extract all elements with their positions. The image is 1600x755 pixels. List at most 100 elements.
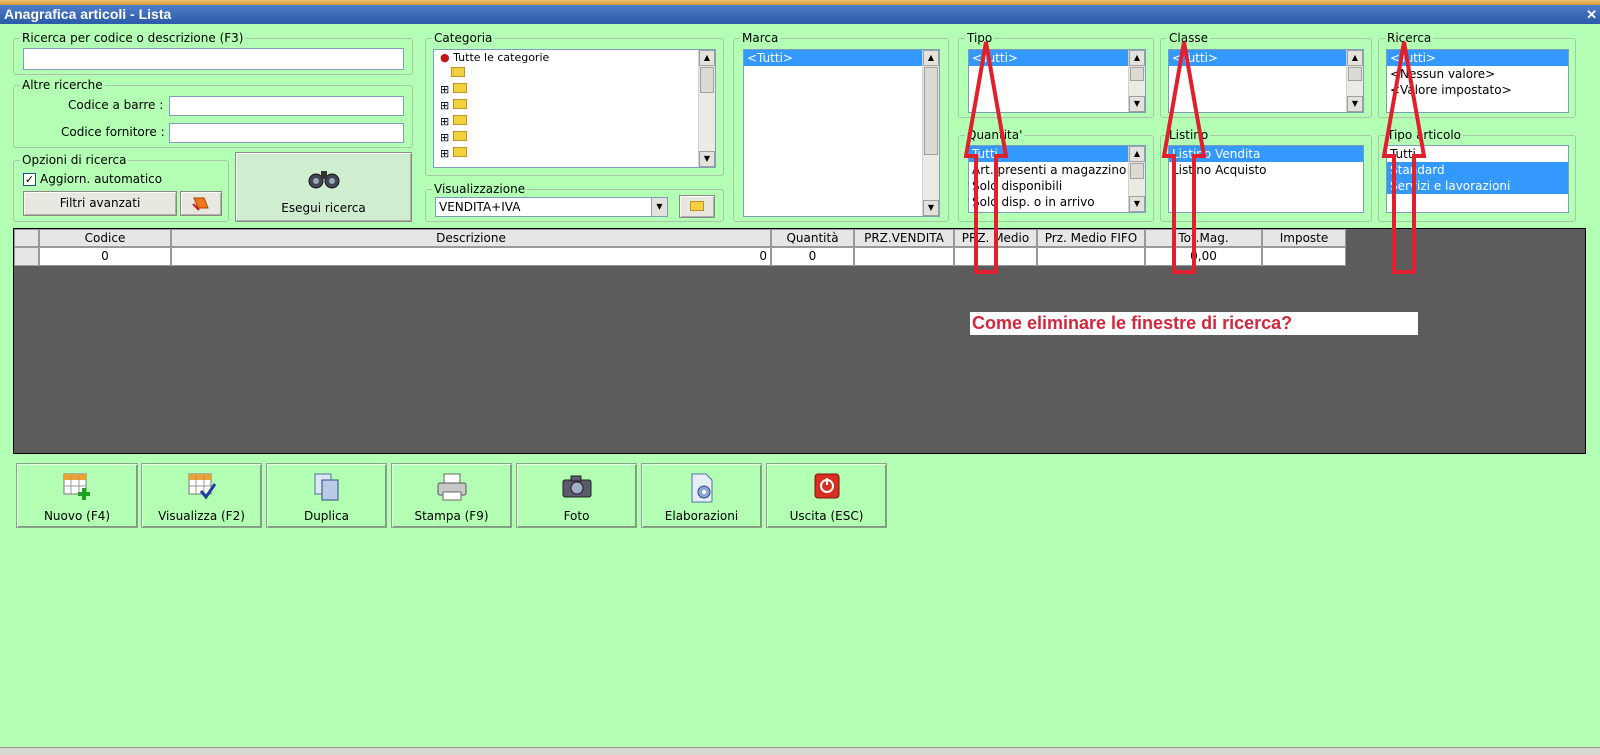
scroll-up-icon[interactable]: ▲ bbox=[699, 50, 715, 66]
scroll-up-icon[interactable]: ▲ bbox=[1347, 50, 1363, 66]
folder-icon bbox=[452, 99, 467, 109]
row-header-corner bbox=[14, 229, 39, 247]
tree-node[interactable]: ⊞ bbox=[434, 114, 715, 130]
advanced-filters-button[interactable]: Filtri avanzati bbox=[23, 191, 177, 216]
exit-icon bbox=[814, 473, 839, 499]
scroll-up-icon[interactable]: ▲ bbox=[1129, 50, 1145, 66]
duplicate-icon bbox=[314, 473, 338, 501]
folder-icon bbox=[452, 131, 467, 141]
window-title: Anagrafica articoli - Lista bbox=[4, 6, 172, 22]
tree-node[interactable]: ⊞ bbox=[434, 98, 715, 114]
barcode-field[interactable] bbox=[169, 96, 404, 116]
clear-filters-button[interactable] bbox=[180, 191, 222, 216]
scroll-down-icon[interactable]: ▼ bbox=[1129, 96, 1145, 112]
table-cell[interactable]: 0 bbox=[171, 247, 771, 266]
folder-icon bbox=[452, 115, 467, 125]
scroll-down-icon[interactable]: ▼ bbox=[1347, 96, 1363, 112]
scroll-down-icon[interactable]: ▼ bbox=[1129, 196, 1145, 212]
eraser-icon bbox=[192, 197, 209, 211]
close-icon[interactable]: ✕ bbox=[1586, 5, 1597, 24]
open-folder-button[interactable] bbox=[679, 195, 715, 218]
supplier-code-field[interactable] bbox=[169, 123, 404, 143]
search-legend: Ricerca per codice o descrizione (F3) bbox=[20, 31, 246, 45]
printer-icon bbox=[437, 473, 466, 501]
category-scrollbar[interactable]: ▲ ▼ bbox=[698, 50, 715, 167]
column-header[interactable]: Descrizione bbox=[171, 229, 771, 247]
category-tree[interactable]: ● Tutte le categorie ⊞ ⊞ ⊞ ⊞ ⊞ ▲ ▼ bbox=[433, 49, 716, 168]
table-cell[interactable]: 0 bbox=[771, 247, 854, 266]
camera-icon bbox=[562, 475, 591, 498]
scroll-thumb[interactable] bbox=[700, 67, 714, 93]
scroll-up-icon[interactable]: ▲ bbox=[923, 50, 939, 66]
category-group: Categoria ● Tutte le categorie ⊞ ⊞ ⊞ ⊞ ⊞… bbox=[425, 31, 724, 176]
row-selector[interactable] bbox=[14, 247, 39, 266]
window-titlebar: Anagrafica articoli - Lista ✕ bbox=[0, 5, 1600, 24]
other-search-legend: Altre ricerche bbox=[20, 78, 105, 92]
column-header[interactable]: Codice bbox=[39, 229, 171, 247]
scroll-down-icon[interactable]: ▼ bbox=[923, 200, 939, 216]
brand-list[interactable]: <Tutti> ▲ ▼ bbox=[743, 49, 940, 217]
column-header[interactable]: PRZ.VENDITA bbox=[854, 229, 954, 247]
brand-scrollbar[interactable]: ▲ ▼ bbox=[922, 50, 939, 216]
tree-node[interactable]: ⊞ bbox=[434, 146, 715, 162]
scroll-thumb[interactable] bbox=[924, 67, 938, 155]
scroll-down-icon[interactable]: ▼ bbox=[699, 151, 715, 167]
view-mode-value: VENDITA+IVA bbox=[439, 200, 521, 214]
folder-icon bbox=[450, 67, 465, 77]
print-button-label: Stampa (F9) bbox=[414, 509, 489, 523]
scroll-up-icon[interactable]: ▲ bbox=[1129, 146, 1145, 162]
run-search-button[interactable]: Esegui ricerca bbox=[235, 152, 412, 222]
folder-icon bbox=[452, 83, 467, 93]
table-cell[interactable] bbox=[854, 247, 954, 266]
list-item[interactable]: <Tutti> bbox=[744, 50, 922, 66]
tree-root[interactable]: ● Tutte le categorie bbox=[434, 50, 715, 66]
new-button-label: Nuovo (F4) bbox=[43, 509, 111, 523]
type-scrollbar[interactable]: ▲ ▼ bbox=[1128, 50, 1145, 112]
category-root-label: Tutte le categorie bbox=[453, 51, 550, 64]
print-button[interactable]: Stampa (F9) bbox=[391, 463, 512, 528]
processing-button[interactable]: Elaborazioni bbox=[641, 463, 762, 528]
search-input[interactable] bbox=[23, 48, 404, 70]
quantity-scrollbar[interactable]: ▲ ▼ bbox=[1128, 146, 1145, 212]
column-header[interactable]: Imposte bbox=[1262, 229, 1346, 247]
new-button[interactable]: Nuovo (F4) bbox=[16, 463, 138, 528]
view-button[interactable]: Visualizza (F2) bbox=[141, 463, 262, 528]
table-cell[interactable] bbox=[1037, 247, 1145, 266]
column-header[interactable]: Prz. Medio FIFO bbox=[1037, 229, 1145, 247]
search-options-legend: Opzioni di ricerca bbox=[20, 153, 129, 167]
category-legend: Categoria bbox=[432, 31, 495, 45]
photo-button[interactable]: Foto bbox=[516, 463, 637, 528]
scroll-thumb[interactable] bbox=[1348, 67, 1362, 81]
duplicate-button[interactable]: Duplica bbox=[266, 463, 387, 528]
view-item-icon bbox=[188, 473, 216, 500]
exit-button[interactable]: Uscita (ESC) bbox=[766, 463, 887, 528]
supplier-label: Codice fornitore : bbox=[61, 125, 165, 139]
exit-button-label: Uscita (ESC) bbox=[789, 509, 864, 523]
other-search-group: Altre ricerche Codice a barre : Codice f… bbox=[13, 78, 413, 148]
tree-node[interactable]: ⊞ bbox=[434, 130, 715, 146]
tree-node[interactable] bbox=[434, 66, 715, 82]
annotation-arrow-icon bbox=[1381, 41, 1427, 274]
binoculars-icon bbox=[308, 171, 340, 189]
tree-node[interactable]: ⊞ bbox=[434, 82, 715, 98]
category-root-icon: ● bbox=[440, 51, 450, 64]
search-options-group: Opzioni di ricerca ✓ Aggiorn. automatico… bbox=[13, 153, 229, 222]
chevron-down-icon[interactable]: ▼ bbox=[651, 198, 667, 216]
processing-button-label: Elaborazioni bbox=[664, 509, 739, 523]
run-search-label: Esegui ricerca bbox=[281, 201, 366, 215]
scroll-thumb[interactable] bbox=[1130, 67, 1144, 81]
class-scrollbar[interactable]: ▲ ▼ bbox=[1346, 50, 1363, 112]
results-grid[interactable]: Codice Descrizione Quantità PRZ.VENDITA … bbox=[13, 228, 1586, 454]
scroll-thumb[interactable] bbox=[1130, 163, 1144, 179]
view-mode-legend: Visualizzazione bbox=[432, 182, 528, 196]
annotation-text: Come eliminare le finestre di ricerca? bbox=[970, 312, 1418, 335]
status-bar bbox=[0, 747, 1600, 755]
view-mode-select[interactable]: VENDITA+IVA ▼ bbox=[435, 197, 668, 217]
redaction bbox=[482, 72, 542, 162]
table-cell[interactable] bbox=[1262, 247, 1346, 266]
table-cell[interactable]: 0 bbox=[39, 247, 171, 266]
new-item-icon bbox=[63, 473, 90, 500]
column-header[interactable]: Quantità bbox=[771, 229, 854, 247]
auto-update-checkbox[interactable]: ✓ bbox=[23, 173, 36, 186]
brand-legend: Marca bbox=[740, 31, 781, 45]
